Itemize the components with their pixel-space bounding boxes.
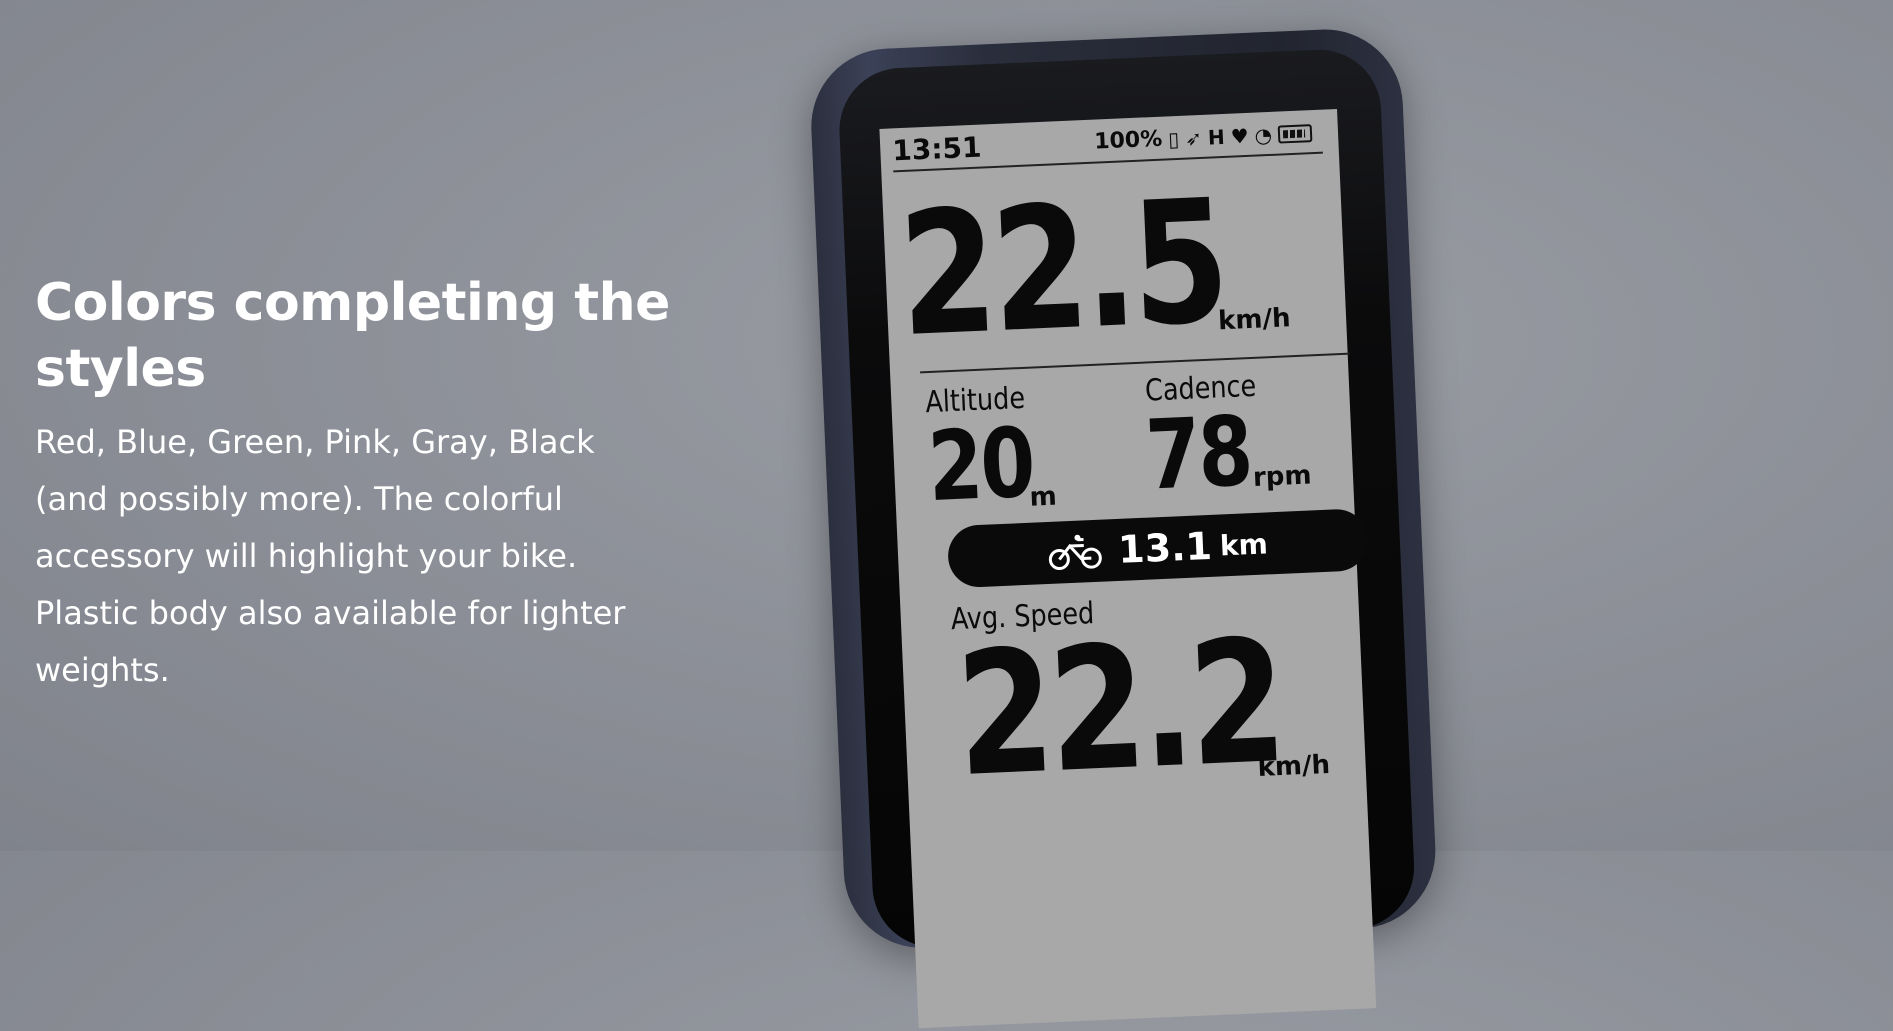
device-screen: 13:51 100% ▯ ➶ H ♥ ◔ 22.5 km/h Altitude … xyxy=(879,108,1377,1029)
distance-value: 13.1 xyxy=(1117,523,1213,572)
avg-speed-value: 22.2 xyxy=(952,603,1286,816)
bike-computer-device: 13:51 100% ▯ ➶ H ♥ ◔ 22.5 km/h Altitude … xyxy=(808,26,1439,1029)
bicycle-icon xyxy=(1048,533,1104,571)
device-bezel: 13:51 100% ▯ ➶ H ♥ ◔ 22.5 km/h Altitude … xyxy=(836,47,1417,1029)
sensor-icon: H xyxy=(1207,124,1226,150)
battery-percent: 100% xyxy=(1093,126,1163,155)
gps-icon: ➶ xyxy=(1184,125,1203,151)
clock: 13:51 xyxy=(891,130,983,168)
distance-pill: 13.1 km xyxy=(946,508,1370,589)
battery-icon xyxy=(1277,123,1313,144)
altitude-unit: m xyxy=(1029,481,1058,513)
section-headline: Colors completing the styles xyxy=(35,273,670,399)
feature-copy: Colors completing the styles Red, Blue, … xyxy=(35,270,685,699)
status-icons: 100% ▯ ➶ H ♥ ◔ xyxy=(1093,120,1313,155)
cadence-unit: rpm xyxy=(1252,460,1313,493)
heart-icon: ♥ xyxy=(1230,123,1250,149)
speedometer-icon: ◔ xyxy=(1254,122,1273,148)
status-bar: 13:51 100% ▯ ➶ H ♥ ◔ xyxy=(891,113,1323,173)
distance-unit: km xyxy=(1219,526,1269,562)
avg-speed-unit: km/h xyxy=(1257,749,1331,784)
speed-unit: km/h xyxy=(1217,303,1292,337)
cadence-value: 78 xyxy=(1143,395,1253,512)
phone-icon: ▯ xyxy=(1167,126,1180,151)
speed-value: 22.5 xyxy=(895,163,1229,376)
section-body: Red, Blue, Green, Pink, Gray, Black (and… xyxy=(35,423,626,689)
altitude-value: 20 xyxy=(925,406,1036,524)
